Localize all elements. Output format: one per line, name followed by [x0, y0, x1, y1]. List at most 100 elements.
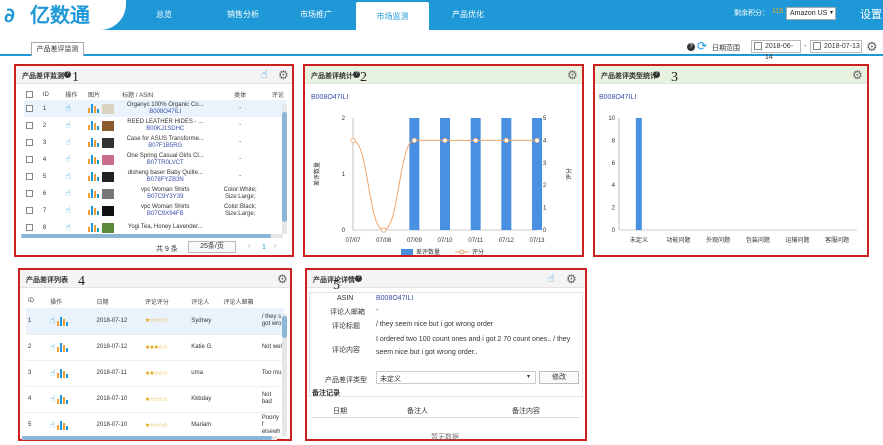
bar-chart-icon[interactable]: [88, 189, 100, 198]
tab-bad-review-monitor[interactable]: 产品差评监测: [31, 42, 84, 56]
help-icon[interactable]: ?: [355, 275, 362, 282]
pointer-icon[interactable]: ☝: [50, 420, 55, 430]
pointer-icon[interactable]: ☝: [548, 272, 555, 285]
asin-link[interactable]: B008O47ILI: [376, 295, 413, 302]
row-checkbox[interactable]: [24, 151, 41, 168]
pointer-icon[interactable]: ☝: [65, 154, 70, 164]
table-row[interactable]: 2 ☝ REED LEATHER HIDES - ... B00KJ1SDHC -: [24, 117, 286, 134]
row-checkbox[interactable]: [24, 202, 41, 219]
pointer-icon[interactable]: ☝: [65, 171, 70, 181]
table-row[interactable]: 4 ☝ 2018-07-10 ★☆☆☆☆ Kkbday Not bad: [26, 386, 284, 412]
product-title[interactable]: vpc Woman Shirts: [122, 187, 208, 194]
pointer-icon[interactable]: ☝: [50, 394, 55, 404]
product-title[interactable]: disheng baser Baby Quilte...: [122, 170, 208, 177]
row-checkbox[interactable]: [24, 100, 41, 117]
product-asin[interactable]: B07C9X94FB: [122, 211, 208, 218]
next-page-button[interactable]: ›: [274, 243, 276, 250]
product-asin[interactable]: B07C9Y3Y39: [122, 194, 208, 201]
scrollbar-vertical[interactable]: [282, 314, 287, 436]
table-row[interactable]: 5 ☝ disheng baser Baby Quilte... B078FYZB3…: [24, 168, 286, 185]
pointer-icon[interactable]: ☝: [50, 368, 55, 378]
pointer-icon[interactable]: ☝: [65, 205, 70, 215]
product-asin[interactable]: B07TR0LVCT: [122, 160, 208, 167]
pointer-icon[interactable]: ☝: [261, 68, 268, 81]
nav-tab-sales-analysis[interactable]: 销售分析: [215, 0, 271, 30]
pointer-icon[interactable]: ☝: [65, 137, 70, 147]
nav-tab-overview[interactable]: 总览: [140, 0, 188, 30]
gear-icon[interactable]: ⚙: [277, 272, 288, 286]
product-title[interactable]: Organyc 100% Organic Co...: [122, 102, 208, 109]
product-title[interactable]: One Spring Casual Girls Cl...: [122, 153, 208, 160]
refresh-icon[interactable]: ⟳: [697, 40, 707, 52]
gear-icon[interactable]: ⚙: [866, 39, 878, 55]
product-title[interactable]: Case for ASUS Transforme...: [122, 136, 208, 143]
pointer-icon[interactable]: ☝: [65, 188, 70, 198]
review-date: 2018-07-10: [96, 396, 128, 402]
product-title[interactable]: vpc Woman Shirts: [122, 204, 208, 211]
scrollbar-horizontal[interactable]: [21, 234, 283, 238]
bar-chart-icon[interactable]: [88, 104, 100, 113]
pointer-icon[interactable]: ☝: [50, 315, 55, 325]
help-icon[interactable]: ?: [653, 71, 660, 78]
table-row[interactable]: 3 ☝ Case for ASUS Transforme... B07F1B5RG -: [24, 134, 286, 151]
prev-page-button[interactable]: ‹: [248, 243, 250, 250]
bar-chart-icon[interactable]: [57, 421, 69, 431]
table-row[interactable]: 7 ☝ vpc Woman Shirts B07C9X94FB Color:Black…: [24, 202, 286, 219]
product-asin[interactable]: B00KJ1SDHC: [122, 126, 208, 133]
pointer-icon[interactable]: ☝: [65, 222, 70, 232]
bar-chart-icon[interactable]: [57, 369, 69, 379]
bar-chart-icon[interactable]: [57, 395, 69, 405]
gear-icon[interactable]: ⚙: [567, 68, 578, 82]
nav-tab-market-monitor[interactable]: 市场监测: [356, 2, 429, 30]
row-checkbox[interactable]: [24, 168, 41, 185]
nav-tab-product-optimize[interactable]: 产品优化: [440, 0, 496, 30]
gear-icon[interactable]: ⚙: [278, 68, 289, 82]
settings-link[interactable]: 设置: [860, 6, 882, 22]
pointer-icon[interactable]: ☝: [65, 120, 70, 130]
row-checkbox[interactable]: [24, 185, 41, 202]
bar-chart-icon[interactable]: [88, 223, 100, 232]
table-row[interactable]: 1 ☝ 2018-07-12 ★☆☆☆☆ Sydney / they s got wro: [26, 308, 284, 334]
row-checkbox[interactable]: [24, 134, 41, 151]
bar-chart-icon[interactable]: [88, 138, 100, 147]
pointer-icon[interactable]: ☝: [50, 342, 55, 352]
scrollbar-vertical[interactable]: [282, 104, 287, 234]
table-row[interactable]: 4 ☝ One Spring Casual Girls Cl... B07TR0LV…: [24, 151, 286, 168]
bar-chart-icon[interactable]: [88, 121, 100, 130]
table-row[interactable]: 3 ☝ 2018-07-11 ★★☆☆☆ uma Too mu: [26, 360, 284, 386]
table-row[interactable]: 1 ☝ Organyc 100% Organic Co... B008O47ILI -: [24, 100, 286, 117]
product-title[interactable]: REED LEATHER HIDES - ...: [122, 119, 208, 126]
asin-link[interactable]: B008O47ILI: [599, 94, 636, 101]
page-size-select[interactable]: 25条/页: [188, 241, 236, 253]
table-row[interactable]: 2 ☝ 2018-07-12 ★★★☆☆ Katie G. Not wel: [26, 334, 284, 360]
bar-chart-icon[interactable]: [88, 172, 100, 181]
product-asin[interactable]: B07F1B5RG: [122, 143, 208, 150]
select-all-checkbox[interactable]: [24, 89, 41, 100]
page-number[interactable]: 1: [262, 244, 266, 251]
bar-chart-icon[interactable]: [88, 155, 100, 164]
bar-chart-icon[interactable]: [57, 317, 69, 327]
modify-button[interactable]: 修改: [539, 371, 579, 384]
product-asin[interactable]: B078FYZB3N: [122, 177, 208, 184]
bar-chart-icon[interactable]: [88, 206, 100, 215]
start-date-input[interactable]: 2018-06-14: [751, 40, 801, 61]
pointer-icon[interactable]: ☝: [65, 103, 70, 113]
table-row[interactable]: 5 ☝ 2018-07-10 ★☆☆☆☆ Mariam Poorly f elsewh: [26, 412, 284, 438]
help-icon[interactable]: ?: [353, 71, 360, 78]
bar-chart-icon[interactable]: [57, 343, 69, 353]
logo[interactable]: ∂ 亿数通: [0, 0, 126, 30]
marketplace-select[interactable]: Amazon US ▾: [786, 7, 836, 20]
table-row[interactable]: 6 ☝ vpc Woman Shirts B07C9Y3Y39 Color:White…: [24, 185, 286, 202]
end-date-input[interactable]: 2018-07-13: [810, 40, 862, 53]
help-icon[interactable]: ?: [687, 43, 695, 51]
gear-icon[interactable]: ⚙: [566, 272, 577, 286]
asin-link[interactable]: B008O47ILI: [311, 94, 348, 101]
product-asin[interactable]: B008O47ILI: [122, 109, 208, 116]
row-checkbox[interactable]: [24, 117, 41, 134]
product-title[interactable]: Yogi Tea, Honey Lavender...: [122, 224, 208, 231]
nav-tab-marketing[interactable]: 市场推广: [288, 0, 344, 30]
gear-icon[interactable]: ⚙: [852, 68, 863, 82]
review-type-select[interactable]: 未定义 ▾: [376, 371, 536, 384]
scrollbar-horizontal[interactable]: [22, 436, 277, 440]
help-icon[interactable]: ?: [64, 71, 71, 78]
